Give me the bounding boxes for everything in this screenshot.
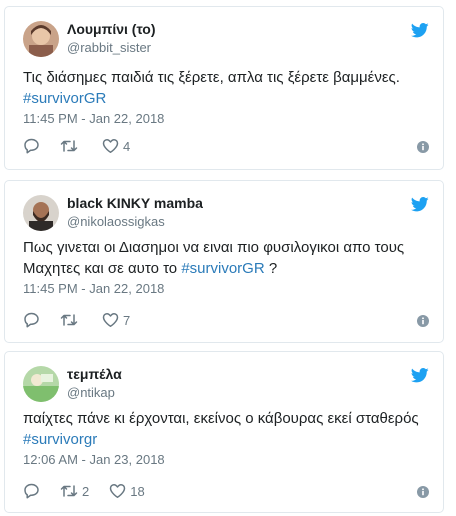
retweet-icon [60, 140, 78, 152]
hashtag-link[interactable]: #survivorgr [23, 431, 97, 448]
info-icon[interactable] [417, 486, 429, 498]
display-name[interactable]: τεμπέλα [67, 366, 122, 382]
hashtag-link[interactable]: #survivorGR [181, 260, 264, 277]
retweet-count: 2 [82, 483, 90, 499]
retweet-icon [60, 314, 78, 326]
reply-icon [24, 483, 39, 499]
retweet-icon [60, 485, 78, 497]
retweet-button[interactable] [60, 312, 82, 328]
twitter-bird-icon[interactable] [411, 197, 429, 212]
twitter-bird-icon[interactable] [411, 368, 429, 383]
tweet-card[interactable]: τεμπέλα @ntikap παίχτες πάνε κι έρχονται… [4, 351, 444, 513]
like-button[interactable]: 7 [102, 312, 130, 328]
retweet-button[interactable] [60, 138, 82, 154]
timestamp[interactable]: 12:06 AM - Jan 23, 2018 [23, 452, 165, 467]
tweet-text: παίχτες πάνε κι έρχονται, εκείνος ο κάβο… [23, 408, 425, 450]
like-button[interactable]: 18 [109, 483, 145, 499]
tweet-actions: 7 [23, 311, 150, 329]
twitter-bird-icon[interactable] [411, 23, 429, 38]
tweet-text-tail: ? [264, 260, 278, 277]
username[interactable]: @nikolaossigkas [67, 214, 165, 229]
display-name[interactable]: Λουμπίνι (το) [67, 21, 156, 37]
tweet-actions: 2 18 [23, 482, 165, 500]
reply-button[interactable] [23, 483, 40, 499]
heart-icon [102, 138, 119, 154]
reply-button[interactable] [23, 138, 40, 154]
username[interactable]: @ntikap [67, 385, 115, 400]
tweet-card[interactable]: Λουμπίνι (το) @rabbit_sister Τις διάσημε… [4, 6, 444, 170]
reply-button[interactable] [23, 312, 40, 328]
like-count: 18 [130, 483, 145, 499]
heart-icon [102, 312, 119, 328]
tweet-text: Πως γινεται οι Διασημοι να ειναι πιο φυσ… [23, 237, 425, 279]
display-name[interactable]: black KINKY mamba [67, 195, 203, 211]
like-button[interactable]: 4 [102, 138, 130, 154]
avatar[interactable] [23, 21, 59, 57]
like-count: 7 [123, 312, 131, 328]
username[interactable]: @rabbit_sister [67, 40, 151, 55]
reply-icon [24, 138, 39, 154]
retweet-button[interactable]: 2 [60, 483, 89, 499]
tweet-text-body: Τις διάσημες παιδιά τις ξέρετε, απλα τις… [23, 69, 400, 86]
avatar[interactable] [23, 366, 59, 402]
info-icon[interactable] [417, 315, 429, 327]
tweet-actions: 4 [23, 137, 150, 155]
info-icon[interactable] [417, 141, 429, 153]
avatar[interactable] [23, 195, 59, 231]
like-count: 4 [123, 138, 131, 154]
tweet-card[interactable]: black KINKY mamba @nikolaossigkas Πως γι… [4, 180, 444, 343]
timestamp[interactable]: 11:45 PM - Jan 22, 2018 [23, 281, 164, 296]
tweet-text-body: παίχτες πάνε κι έρχονται, εκείνος ο κάβο… [23, 410, 419, 427]
tweet-text: Τις διάσημες παιδιά τις ξέρετε, απλα τις… [23, 67, 425, 109]
heart-icon [109, 483, 126, 499]
timestamp[interactable]: 11:45 PM - Jan 22, 2018 [23, 111, 164, 126]
reply-icon [24, 312, 39, 328]
hashtag-link[interactable]: #survivorGR [23, 90, 106, 107]
